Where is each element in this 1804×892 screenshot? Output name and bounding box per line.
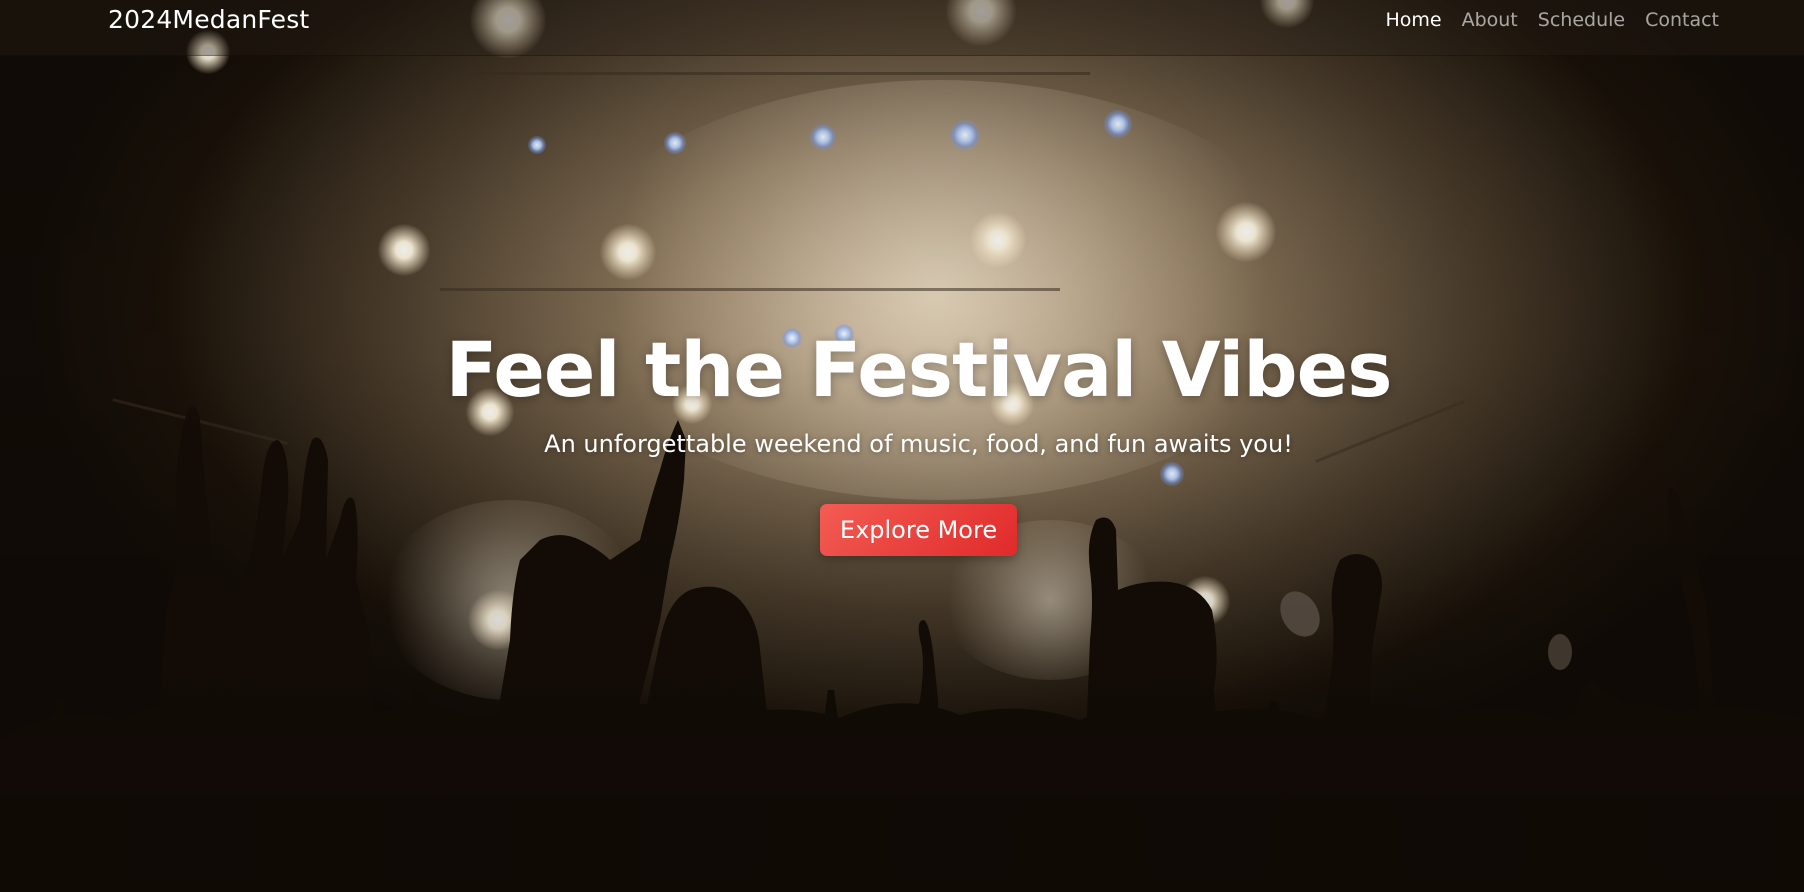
nav-item-contact: Contact [1645, 9, 1719, 31]
nav-link-contact[interactable]: Contact [1645, 9, 1719, 31]
explore-more-button[interactable]: Explore More [819, 504, 1018, 556]
nav-item-schedule: Schedule [1538, 9, 1625, 31]
top-navbar: 2024MedanFest Home About Schedule Contac… [0, 0, 1804, 56]
nav-links: Home About Schedule Contact [1385, 9, 1719, 31]
nav-item-home: Home [1385, 9, 1441, 31]
hero-subtitle: An unforgettable weekend of music, food,… [544, 430, 1293, 458]
nav-link-home[interactable]: Home [1385, 9, 1441, 31]
nav-link-schedule[interactable]: Schedule [1538, 9, 1625, 31]
brand-logo-link[interactable]: 2024MedanFest [108, 5, 309, 34]
hero-headline: Feel the Festival Vibes [445, 325, 1393, 414]
hero-content: Feel the Festival Vibes An unforgettable… [0, 320, 1804, 556]
nav-item-about: About [1462, 9, 1518, 31]
hero-section: 2024MedanFest Home About Schedule Contac… [0, 0, 1804, 892]
nav-link-about[interactable]: About [1462, 9, 1518, 31]
